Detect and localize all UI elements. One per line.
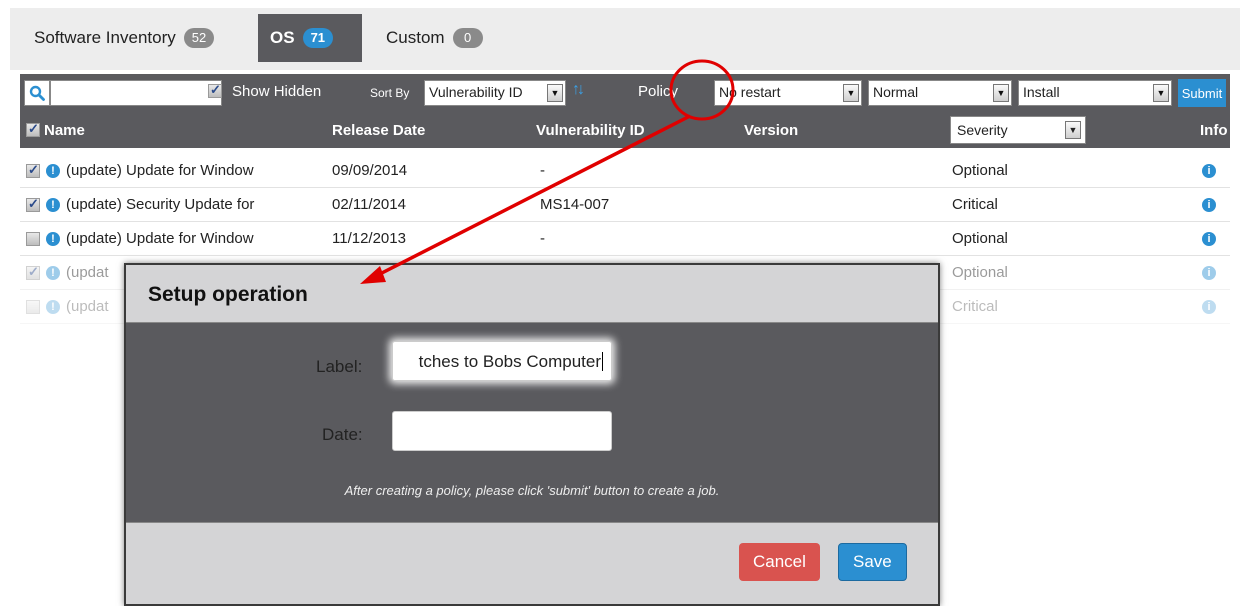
select-all-checkbox[interactable] xyxy=(26,121,40,137)
severity-filter-select[interactable]: Severity ▼ xyxy=(950,116,1086,144)
show-hidden-checkbox[interactable] xyxy=(208,82,222,98)
row-checkbox[interactable] xyxy=(26,300,40,314)
chevron-down-icon: ▼ xyxy=(843,84,859,102)
info-icon[interactable]: i xyxy=(1202,232,1216,246)
row-checkbox[interactable] xyxy=(26,162,40,178)
column-header-vulnerability-id[interactable]: Vulnerability ID xyxy=(536,122,645,139)
severity: Critical xyxy=(952,298,998,315)
search-input[interactable] xyxy=(50,80,222,106)
column-header-name[interactable]: Name xyxy=(44,122,85,139)
table-row[interactable]: ! (update) Security Update for 02/11/201… xyxy=(20,188,1230,222)
update-name: (update) Update for Window xyxy=(66,162,254,179)
action-select[interactable]: Install ▼ xyxy=(1018,80,1172,106)
count-badge: 0 xyxy=(452,28,483,48)
vulnerability-id: - xyxy=(540,162,545,179)
restart-select[interactable]: No restart ▼ xyxy=(714,80,862,106)
policy-label: Policy xyxy=(638,83,679,100)
dialog-header: Setup operation xyxy=(126,265,938,323)
priority-value: Normal xyxy=(873,84,919,100)
label-input[interactable]: tches to Bobs Computer xyxy=(392,341,612,381)
sort-by-select[interactable]: Vulnerability ID ▼ xyxy=(424,80,566,106)
tab-os[interactable]: OS 71 xyxy=(258,14,362,62)
label-input-value: tches to Bobs Computer xyxy=(418,352,601,371)
severity-value: Severity xyxy=(957,122,1008,138)
update-name: (updat xyxy=(66,298,109,315)
release-date: 02/11/2014 xyxy=(332,196,406,213)
sort-by-label: Sort By xyxy=(370,86,410,100)
update-name: (update) Security Update for xyxy=(66,196,255,213)
info-icon: ! xyxy=(46,198,60,212)
release-date: 09/09/2014 xyxy=(332,162,408,179)
severity: Optional xyxy=(952,230,1008,247)
column-header-info: Info xyxy=(1200,122,1228,139)
label-field-label: Label: xyxy=(316,357,363,376)
vulnerability-id: MS14-007 xyxy=(540,196,610,213)
column-header-release-date[interactable]: Release Date xyxy=(332,122,425,139)
search-icon xyxy=(29,85,45,101)
chevron-down-icon: ▼ xyxy=(547,84,563,102)
severity: Optional xyxy=(952,162,1008,179)
filter-toolbar: Show Hidden Sort By Vulnerability ID ▼ ↑… xyxy=(20,74,1230,112)
count-badge: 52 xyxy=(183,28,215,48)
tab-label: OS xyxy=(270,28,295,47)
save-button[interactable]: Save xyxy=(838,543,907,581)
date-input[interactable] xyxy=(392,411,612,451)
update-name: (update) Update for Window xyxy=(66,230,254,247)
submit-button[interactable]: Submit xyxy=(1178,79,1226,107)
count-badge: 71 xyxy=(302,28,334,48)
row-checkbox[interactable] xyxy=(26,232,40,246)
vulnerability-id: - xyxy=(540,230,545,247)
priority-select[interactable]: Normal ▼ xyxy=(868,80,1012,106)
restart-value: No restart xyxy=(719,84,781,100)
tab-label: Software Inventory xyxy=(34,28,176,47)
severity: Optional xyxy=(952,264,1008,281)
column-header-version[interactable]: Version xyxy=(744,122,798,139)
table-row[interactable]: ! (update) Update for Window 09/09/2014 … xyxy=(20,154,1230,188)
info-icon[interactable]: i xyxy=(1202,300,1216,314)
row-checkbox[interactable] xyxy=(26,264,40,280)
info-icon[interactable]: i xyxy=(1202,198,1216,212)
show-hidden-label: Show Hidden xyxy=(232,83,322,100)
cancel-button[interactable]: Cancel xyxy=(739,543,820,581)
info-icon: ! xyxy=(46,266,60,280)
dialog-footer: Cancel Save xyxy=(126,522,938,604)
table-row[interactable]: ! (update) Update for Window 11/12/2013 … xyxy=(20,222,1230,256)
action-value: Install xyxy=(1023,84,1060,100)
info-icon[interactable]: i xyxy=(1202,266,1216,280)
info-icon: ! xyxy=(46,300,60,314)
tab-custom[interactable]: Custom 0 xyxy=(374,14,495,62)
chevron-down-icon: ▼ xyxy=(1153,84,1169,102)
tab-software-inventory[interactable]: Software Inventory 52 xyxy=(22,14,226,62)
release-date: 11/12/2013 xyxy=(332,230,406,247)
sort-arrows-icon[interactable]: ↑↓ xyxy=(572,81,585,99)
info-icon: ! xyxy=(46,232,60,246)
update-name: (updat xyxy=(66,264,109,281)
setup-operation-dialog: Setup operation Label: tches to Bobs Com… xyxy=(124,263,940,606)
tab-label: Custom xyxy=(386,28,445,47)
info-icon: ! xyxy=(46,164,60,178)
table-header: Name Release Date Vulnerability ID Versi… xyxy=(20,112,1230,148)
chevron-down-icon: ▼ xyxy=(993,84,1009,102)
row-checkbox[interactable] xyxy=(26,196,40,212)
severity: Critical xyxy=(952,196,998,213)
chevron-down-icon: ▼ xyxy=(1065,121,1081,139)
hint-text: After creating a policy, please click 's… xyxy=(344,483,720,498)
dialog-title: Setup operation xyxy=(148,283,308,306)
date-field-label: Date: xyxy=(322,425,363,444)
sort-by-value: Vulnerability ID xyxy=(429,84,523,100)
info-icon[interactable]: i xyxy=(1202,164,1216,178)
search-button[interactable] xyxy=(24,80,50,106)
